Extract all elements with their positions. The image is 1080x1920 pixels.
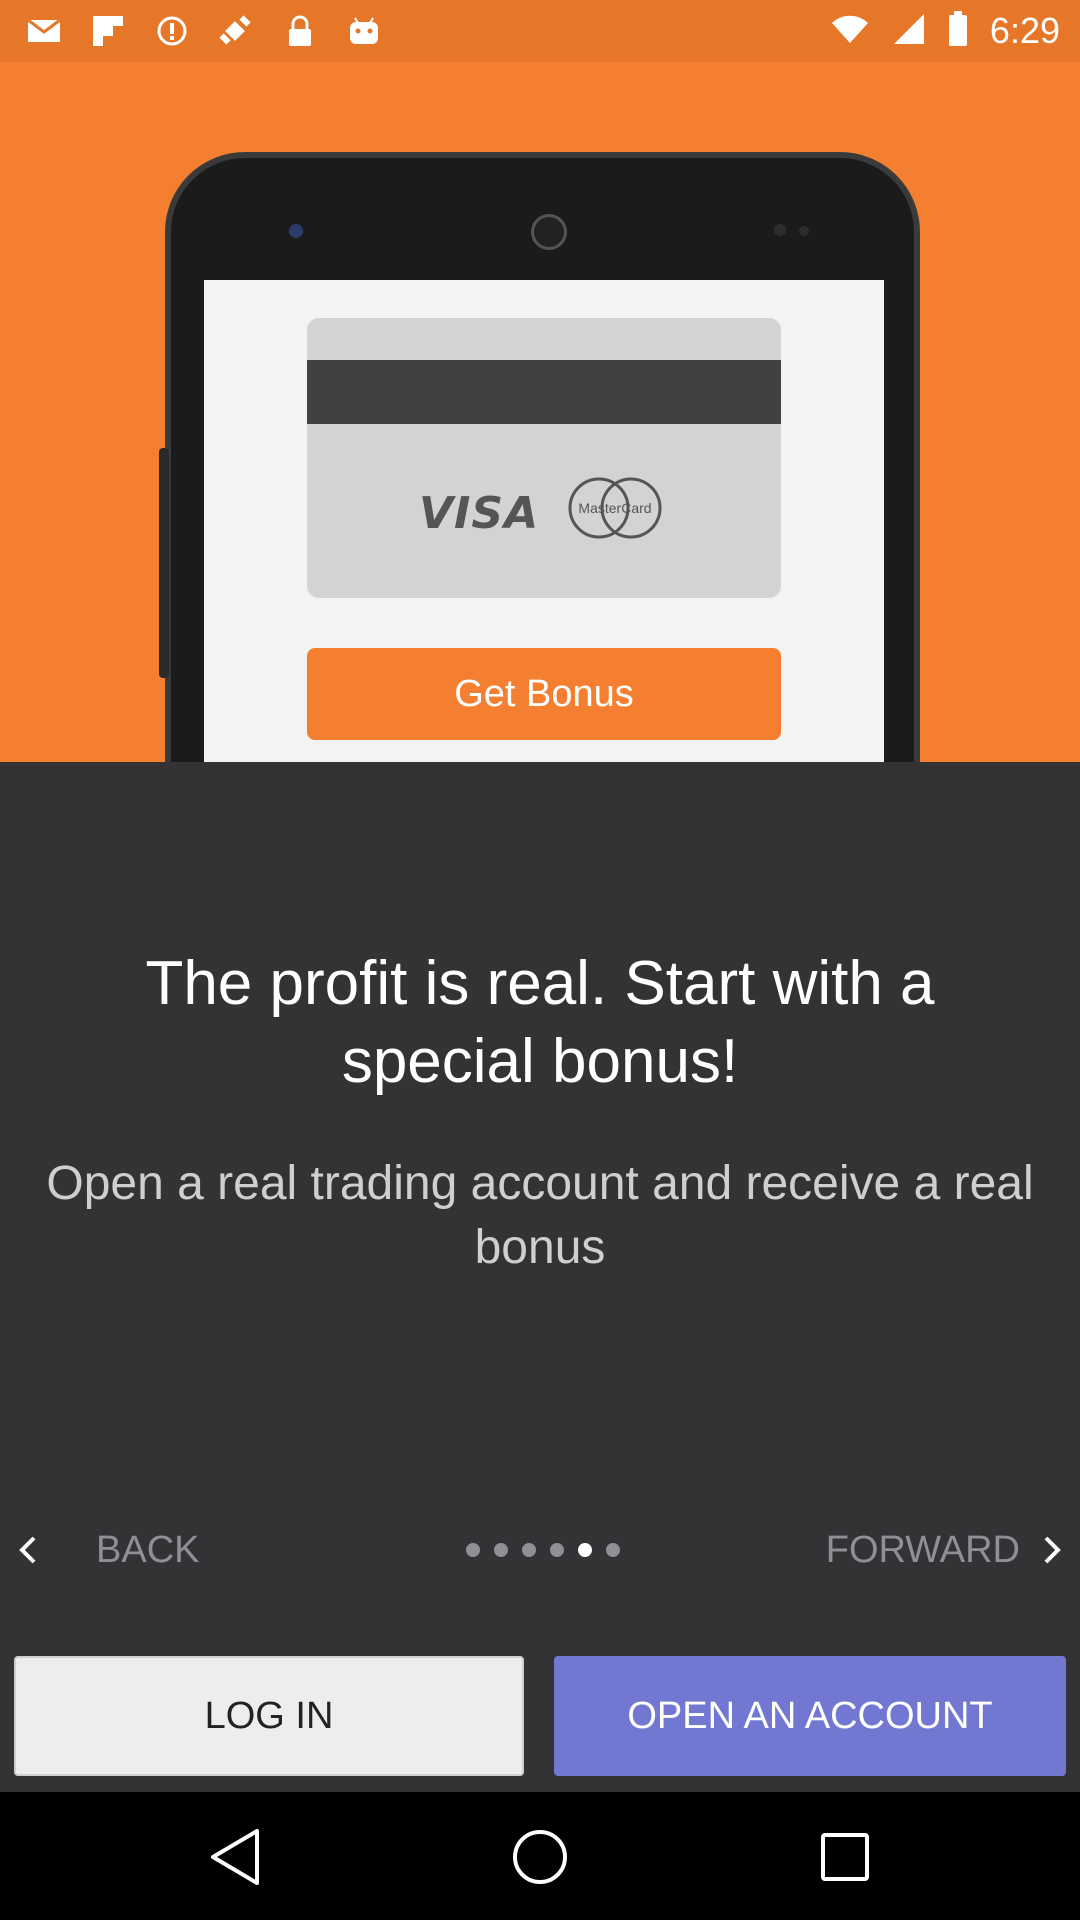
chevron-left-icon xyxy=(19,1536,36,1564)
subheadline: Open a real trading account and receive … xyxy=(46,1157,1034,1274)
battery-icon xyxy=(948,10,968,52)
phone-illustration: VISA MasterCard Get Bonus xyxy=(159,152,920,762)
android-icon xyxy=(346,14,382,48)
status-bar: 6:29 xyxy=(0,0,1080,62)
back-label: BACK xyxy=(96,1528,200,1571)
system-navigation-bar xyxy=(0,1792,1080,1920)
back-icon[interactable] xyxy=(200,1822,270,1892)
get-bonus-illustration-button: Get Bonus xyxy=(307,648,781,740)
visa-logo: VISA xyxy=(419,488,540,539)
page-dot-2 xyxy=(494,1543,508,1557)
page-dot-6 xyxy=(606,1543,620,1557)
lock-icon xyxy=(282,14,318,48)
fake-gps-icon xyxy=(218,14,254,48)
mastercard-logo: MasterCard xyxy=(568,477,662,539)
credit-card-illustration: VISA MasterCard xyxy=(307,318,781,598)
page-dot-3 xyxy=(522,1543,536,1557)
hero-illustration: VISA MasterCard Get Bonus xyxy=(0,62,1080,762)
hazard-icon xyxy=(154,14,190,48)
forward-label: FORWARD xyxy=(825,1528,1020,1571)
home-icon[interactable] xyxy=(505,1822,575,1892)
page-dot-4 xyxy=(550,1543,564,1557)
cellular-icon xyxy=(892,12,926,51)
page-dot-5-active xyxy=(578,1543,592,1557)
page-dot-1 xyxy=(466,1543,480,1557)
log-in-button[interactable]: LOG IN xyxy=(14,1656,524,1776)
wifi-icon xyxy=(830,13,870,50)
headline: The profit is real. Start with a special… xyxy=(145,949,935,1096)
forward-button[interactable]: FORWARD xyxy=(826,1518,1070,1582)
mail-icon xyxy=(26,14,62,48)
svg-text:MasterCard: MasterCard xyxy=(578,500,651,516)
recents-icon[interactable] xyxy=(810,1822,880,1892)
phone-screen: VISA MasterCard Get Bonus xyxy=(204,280,884,762)
page-indicator xyxy=(466,1543,620,1557)
status-time: 6:29 xyxy=(989,10,1060,51)
chevron-right-icon xyxy=(1044,1536,1061,1564)
open-account-button[interactable]: OPEN AN ACCOUNT xyxy=(554,1656,1066,1776)
back-button[interactable]: BACK xyxy=(10,1518,199,1582)
flipboard-icon xyxy=(90,14,126,48)
